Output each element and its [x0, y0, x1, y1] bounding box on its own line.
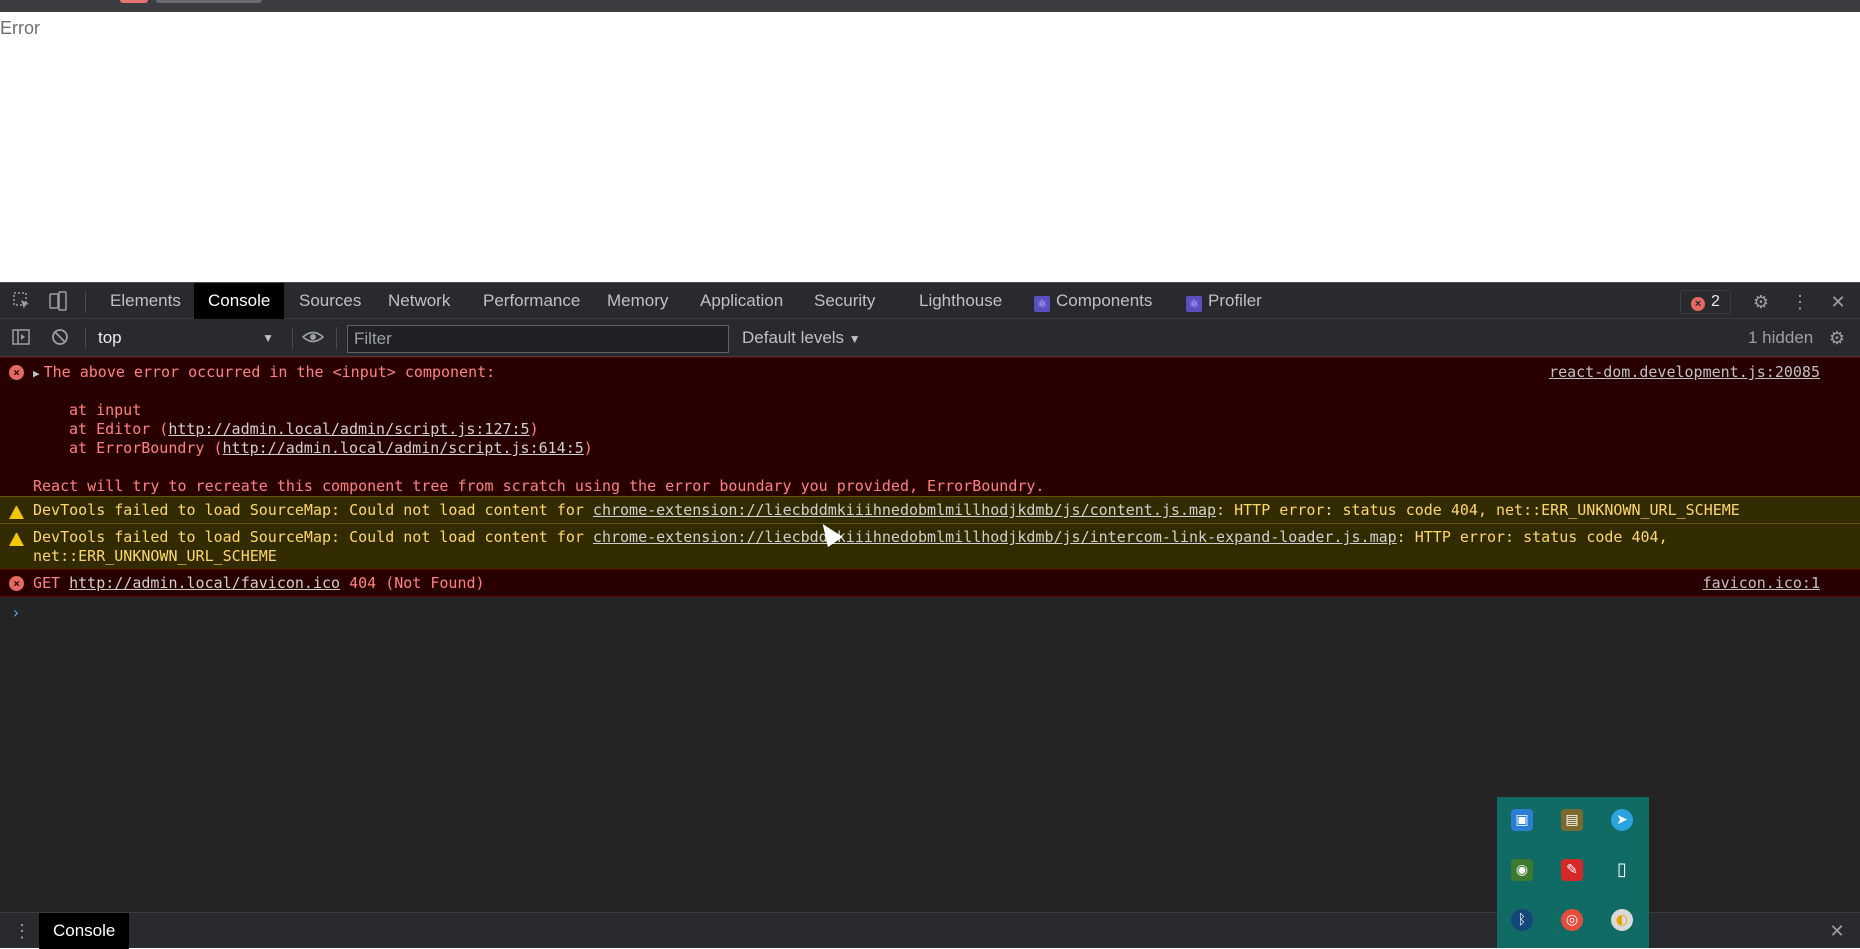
- stack-frame-text: at ErrorBoundry (: [69, 439, 223, 457]
- chevron-down-icon: ▼: [848, 332, 861, 346]
- error-icon: ×: [1691, 297, 1705, 311]
- message-source-link[interactable]: favicon.ico:1: [1703, 574, 1820, 592]
- bluetooth-icon[interactable]: ᛒ: [1511, 909, 1533, 931]
- message-text-continued: net::ERR_UNKNOWN_URL_SCHEME: [33, 547, 277, 565]
- clipboard-icon[interactable]: ▯: [1611, 859, 1633, 881]
- error-icon: ×: [9, 576, 24, 591]
- message-footer: React will try to recreate this componen…: [33, 477, 1045, 495]
- browser-tab-strip: [0, 0, 1860, 12]
- log-levels-dropdown[interactable]: Default levels ▼: [742, 325, 861, 351]
- chevron-down-icon: ▼: [262, 331, 274, 345]
- console-message-warning[interactable]: DevTools failed to load SourceMap: Could…: [0, 523, 1860, 569]
- chrome-icon[interactable]: ◎: [1561, 909, 1583, 931]
- tab-profiler[interactable]: ⚛ Profiler: [1172, 283, 1276, 319]
- show-sidebar-icon[interactable]: [10, 327, 32, 349]
- log-levels-label: Default levels: [742, 328, 845, 347]
- inspect-element-icon[interactable]: [11, 291, 33, 313]
- message-text: DevTools failed to load SourceMap: Could…: [33, 501, 1840, 520]
- stack-frame-text: at Editor (: [69, 420, 169, 438]
- toolbar-separator: [85, 327, 86, 349]
- message-source-link[interactable]: react-dom.development.js:20085: [1549, 363, 1820, 381]
- devtools-tab-bar: Elements Console Sources Network Perform…: [0, 282, 1860, 319]
- stack-frame-link[interactable]: http://admin.local/admin/script.js:127:5: [168, 420, 529, 438]
- filter-input[interactable]: Filter: [347, 325, 729, 353]
- tab-profiler-label: Profiler: [1208, 291, 1262, 310]
- tab-console[interactable]: Console: [194, 283, 285, 319]
- drawer-tab-console[interactable]: Console: [39, 913, 130, 949]
- tab-performance[interactable]: Performance: [469, 283, 594, 319]
- warning-icon: [9, 531, 24, 546]
- tab-lighthouse[interactable]: Lighthouse: [905, 283, 1016, 319]
- tab-components[interactable]: ⚛ Components: [1020, 283, 1166, 319]
- message-headline: The above error occurred in the <input> …: [43, 363, 496, 381]
- stack-frame-text: ): [583, 439, 593, 457]
- message-text: GET http://admin.local/favicon.ico 404 (…: [33, 574, 1840, 593]
- tab-memory[interactable]: Memory: [593, 283, 682, 319]
- react-icon: ⚛: [1186, 296, 1202, 312]
- telegram-icon[interactable]: ➤: [1611, 809, 1633, 831]
- tab-components-label: Components: [1056, 291, 1153, 310]
- context-selector[interactable]: top ▼: [92, 325, 282, 351]
- stack-frame-text: ): [529, 420, 539, 438]
- device-toolbar-icon[interactable]: [47, 291, 69, 313]
- power-app-icon[interactable]: ◐: [1611, 909, 1633, 931]
- message-text-part: : HTTP error: status code 404, net::ERR_…: [1216, 501, 1740, 519]
- tab-separator: [85, 291, 86, 313]
- clear-console-icon[interactable]: [49, 327, 71, 349]
- hidden-messages-count: 1 hidden: [1748, 328, 1814, 347]
- network-app-icon[interactable]: ▣: [1511, 809, 1533, 831]
- toolbar-separator: [336, 327, 337, 349]
- stack-frame: at ErrorBoundry (http://admin.local/admi…: [33, 439, 1840, 458]
- react-icon: ⚛: [1034, 296, 1050, 312]
- error-count-badge[interactable]: × 2: [1680, 290, 1731, 314]
- tab-elements[interactable]: Elements: [96, 283, 195, 319]
- live-expression-eye-icon[interactable]: [301, 327, 325, 349]
- drawer-menu-icon[interactable]: ⋮: [11, 920, 33, 942]
- error-count: 2: [1711, 293, 1720, 310]
- toolbar-separator: [292, 327, 293, 349]
- tab-application[interactable]: Application: [686, 283, 797, 319]
- expand-triangle-icon[interactable]: ▶: [33, 367, 40, 380]
- console-toolbar: top ▼ Filter Default levels ▼ 1 hidden ⚙: [0, 319, 1860, 357]
- tab-sources[interactable]: Sources: [285, 283, 375, 319]
- nvidia-icon[interactable]: ◉: [1511, 859, 1533, 881]
- browser-tab-favicon[interactable]: [120, 0, 148, 3]
- settings-gear-icon[interactable]: ⚙: [1750, 291, 1772, 313]
- system-tray-overflow: ▣ ▤ ➤ ◉ ✎ ▯ ᛒ ◎ ◐: [1497, 797, 1649, 948]
- console-message-error[interactable]: × favicon.ico:1 GET http://admin.local/f…: [0, 569, 1860, 597]
- browser-tab[interactable]: [156, 0, 262, 3]
- page-viewport: Error: [0, 12, 1860, 282]
- message-text-part: 404 (Not Found): [340, 574, 485, 592]
- message-text-part: DevTools failed to load SourceMap: Could…: [33, 528, 593, 546]
- message-text-part: : HTTP error: status code 404,: [1396, 528, 1668, 546]
- message-text-part: DevTools failed to load SourceMap: Could…: [33, 501, 593, 519]
- console-prompt-chevron-icon[interactable]: ›: [11, 603, 21, 622]
- console-message-error[interactable]: × react-dom.development.js:20085 ▶ The ab…: [0, 357, 1860, 496]
- stack-frame: at Editor (http://admin.local/admin/scri…: [33, 420, 1840, 439]
- page-error-text: Error: [0, 18, 40, 38]
- tab-network[interactable]: Network: [374, 283, 464, 319]
- message-text: DevTools failed to load SourceMap: Could…: [33, 528, 1840, 547]
- tab-security[interactable]: Security: [800, 283, 889, 319]
- sourcemap-link[interactable]: chrome-extension://liecbddmkiiihnedobmlm…: [593, 528, 1397, 546]
- console-messages: × react-dom.development.js:20085 ▶ The ab…: [0, 357, 1860, 622]
- console-settings-gear-icon[interactable]: ⚙: [1826, 327, 1848, 349]
- console-message-warning[interactable]: DevTools failed to load SourceMap: Could…: [0, 496, 1860, 523]
- context-value: top: [98, 328, 122, 347]
- stack-frame: at input: [69, 401, 142, 419]
- request-url-link[interactable]: http://admin.local/favicon.ico: [69, 574, 340, 592]
- pdf-reader-icon[interactable]: ✎: [1561, 859, 1583, 881]
- more-options-icon[interactable]: ⋮: [1789, 291, 1811, 313]
- warning-icon: [9, 504, 24, 519]
- error-icon: ×: [9, 365, 24, 380]
- message-text-part: GET: [33, 574, 70, 592]
- stack-frame-link[interactable]: http://admin.local/admin/script.js:614:5: [223, 439, 584, 457]
- close-drawer-icon[interactable]: ✕: [1826, 920, 1848, 942]
- close-devtools-icon[interactable]: ✕: [1827, 291, 1849, 313]
- monitor-app-icon[interactable]: ▤: [1561, 809, 1583, 831]
- sourcemap-link[interactable]: chrome-extension://liecbddmkiiihnedobmlm…: [593, 501, 1216, 519]
